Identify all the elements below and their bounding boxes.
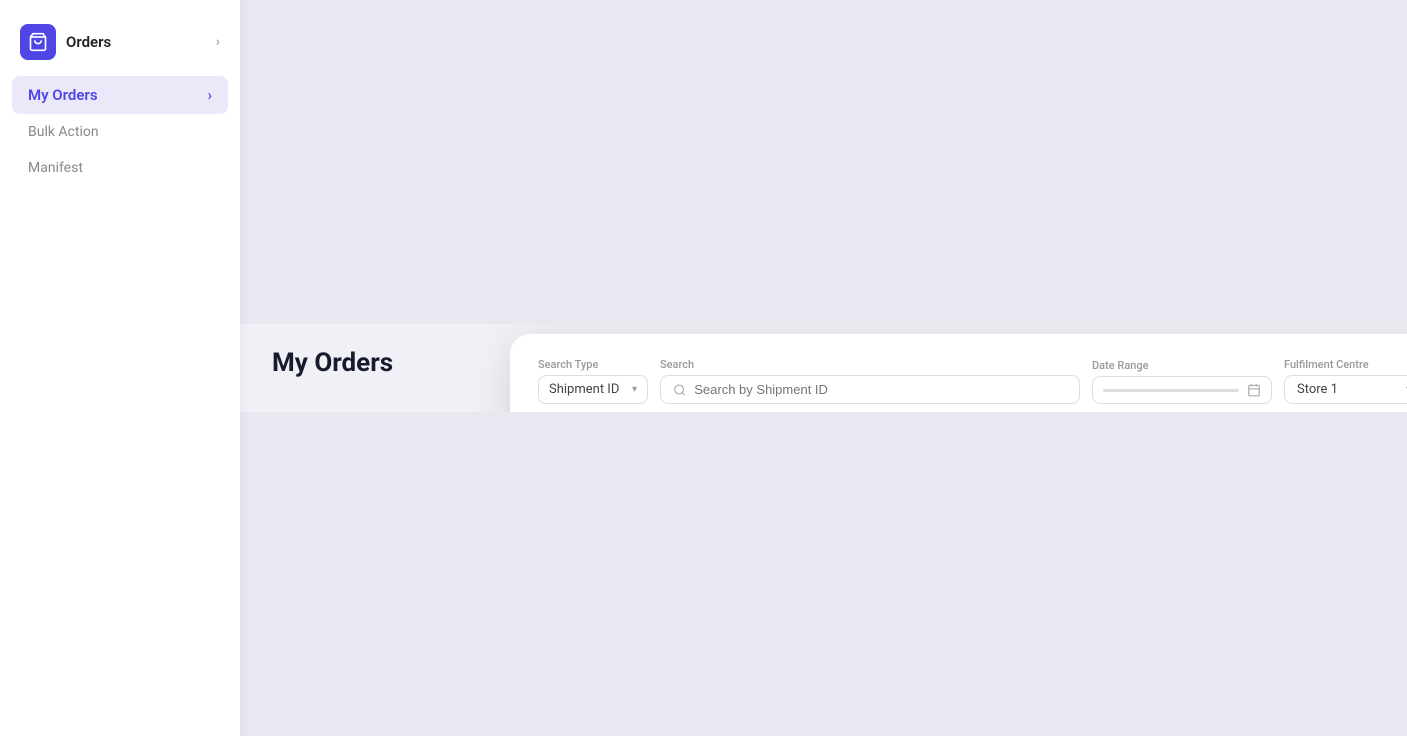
sidebar-title: Orders	[66, 33, 206, 51]
fulfillment-group: Fulfilment Centre Store 1 ▾	[1284, 358, 1407, 404]
date-bar-visual	[1103, 389, 1239, 392]
date-range-input[interactable]	[1092, 376, 1272, 404]
sidebar: Orders › My Orders › Bulk Action Manifes…	[0, 0, 240, 736]
search-type-caret-icon: ▾	[632, 384, 637, 395]
sidebar-item-label: Manifest	[28, 160, 83, 176]
search-group: Search	[660, 358, 1080, 404]
fulfillment-select[interactable]: Store 1 ▾	[1284, 375, 1407, 404]
sidebar-chevron-icon: ›	[216, 34, 220, 50]
date-range-group: Date Range	[1092, 359, 1272, 404]
search-icon	[673, 383, 686, 397]
cart-icon	[20, 24, 56, 60]
search-type-value: Shipment ID	[549, 382, 619, 397]
sidebar-arrow-icon: ›	[207, 86, 212, 104]
card-inner: Search Type Shipment ID ▾ Search Date Ra…	[510, 334, 1407, 412]
search-type-group: Search Type Shipment ID ▾	[538, 358, 648, 404]
sidebar-item-manifest[interactable]: Manifest	[0, 150, 240, 186]
filter-bar: Search Type Shipment ID ▾ Search Date Ra…	[538, 358, 1407, 404]
search-input[interactable]	[694, 382, 1067, 397]
sidebar-item-label: Bulk Action	[28, 124, 99, 140]
search-type-label: Search Type	[538, 358, 648, 371]
sidebar-item-my-orders[interactable]: My Orders ›	[12, 76, 228, 114]
search-label: Search	[660, 358, 1080, 371]
main-content: My Orders Search Type Shipment ID ▾ Sear…	[240, 324, 1407, 412]
sidebar-item-label: My Orders	[28, 86, 98, 104]
sidebar-header: Orders ›	[0, 16, 240, 68]
orders-card: Search Type Shipment ID ▾ Search Date Ra…	[510, 334, 1407, 412]
calendar-icon	[1247, 383, 1261, 397]
search-type-select[interactable]: Shipment ID ▾	[538, 375, 648, 404]
fulfillment-label: Fulfilment Centre	[1284, 358, 1407, 371]
sidebar-item-bulk-action[interactable]: Bulk Action	[0, 114, 240, 150]
fulfillment-value: Store 1	[1297, 382, 1338, 397]
search-box[interactable]	[660, 375, 1080, 404]
date-range-label: Date Range	[1092, 359, 1272, 372]
